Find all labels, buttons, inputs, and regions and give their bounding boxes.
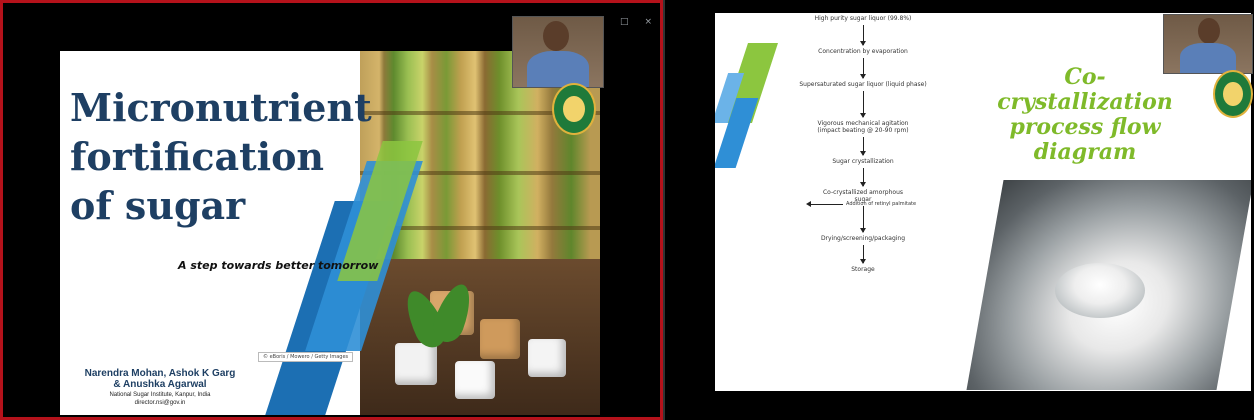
flow-step: Sugar crystallization bbox=[832, 158, 894, 165]
title-line: Co-crystallization bbox=[997, 64, 1173, 115]
institute-emblem bbox=[552, 83, 596, 135]
authors-line: & Anushka Agarwal bbox=[113, 379, 207, 390]
flow-arrow bbox=[859, 137, 866, 156]
left-video-pane[interactable]: – □ × Micronutrient fortification of sug… bbox=[0, 0, 663, 420]
slide-left: Micronutrient fortification of sugar A s… bbox=[60, 51, 600, 415]
brown-sugar-cube bbox=[480, 319, 520, 359]
maximize-icon[interactable]: □ bbox=[620, 17, 629, 27]
flow-arrow bbox=[859, 25, 866, 46]
spoon-of-sugar bbox=[1055, 263, 1145, 318]
presenter-head bbox=[543, 21, 569, 51]
flow-step: Vigorous mechanical agitation (impact be… bbox=[817, 120, 909, 134]
flow-arrow bbox=[859, 91, 866, 118]
slide-title: Co-crystallization process flow diagram bbox=[985, 65, 1185, 165]
window-controls: – □ × bbox=[599, 17, 652, 27]
title-line: diagram bbox=[1033, 139, 1137, 165]
flow-step: Storage bbox=[851, 266, 875, 273]
process-flow-diagram: High purity sugar liquor (99.8%) Concent… bbox=[773, 15, 953, 273]
presenter-head bbox=[1198, 18, 1220, 44]
title-line: process flow bbox=[1009, 114, 1161, 140]
authors-line: Narendra Mohan, Ashok K Garg bbox=[84, 368, 236, 379]
flow-side-note: Addition of retinyl palmitate bbox=[805, 201, 917, 207]
title-line: Micronutrient bbox=[70, 85, 372, 130]
presenter-shirt bbox=[527, 51, 589, 87]
presenter-webcam bbox=[512, 16, 604, 88]
slide-subtitle: A step towards better tomorrow bbox=[178, 259, 379, 272]
flow-step: Supersaturated sugar liquor (liquid phas… bbox=[799, 81, 927, 88]
title-line: fortification bbox=[70, 134, 325, 179]
right-video-pane[interactable]: High purity sugar liquor (99.8%) Concent… bbox=[663, 0, 1254, 420]
presenter-webcam bbox=[1163, 14, 1253, 74]
white-sugar-cube bbox=[395, 343, 437, 385]
flow-step: High purity sugar liquor (99.8%) bbox=[814, 15, 912, 22]
presenter-shirt bbox=[1180, 43, 1236, 73]
white-sugar-cube bbox=[528, 339, 566, 377]
white-sugar-cube bbox=[455, 361, 495, 399]
flow-arrow bbox=[859, 206, 866, 233]
institute-text: National Sugar Institute, Kanpur, India bbox=[109, 392, 211, 398]
flow-arrow bbox=[859, 245, 866, 264]
close-icon[interactable]: × bbox=[644, 17, 652, 27]
email-text: director.nsi@gov.in bbox=[134, 400, 186, 406]
flow-step: Concentration by evaporation bbox=[818, 48, 908, 55]
flow-arrow bbox=[859, 168, 866, 187]
flow-step: Drying/screening/packaging bbox=[820, 235, 906, 242]
institute-emblem bbox=[1213, 70, 1253, 118]
title-line: of sugar bbox=[70, 183, 246, 228]
slide-title: Micronutrient fortification of sugar bbox=[70, 83, 372, 230]
image-credit: © eBoris / Mowero / Getty Images bbox=[258, 352, 354, 362]
authors-block: Narendra Mohan, Ashok K Garg & Anushka A… bbox=[70, 368, 250, 406]
flow-arrow bbox=[859, 58, 866, 79]
